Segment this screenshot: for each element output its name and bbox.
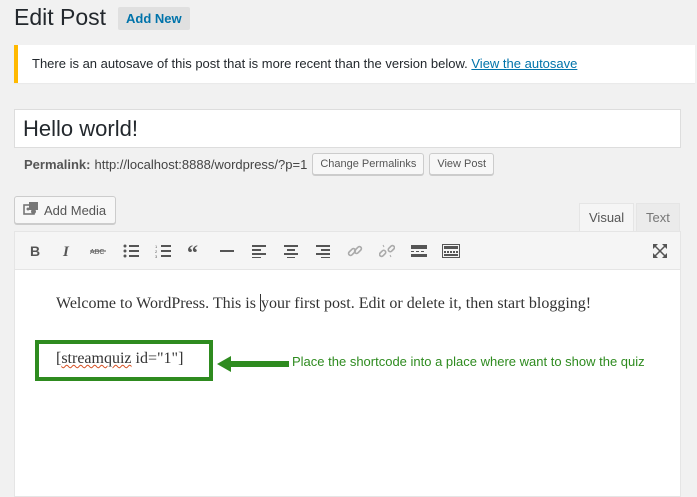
post-title-input[interactable]: Hello world! [14,109,681,148]
svg-text:B: B [30,244,40,258]
shortcode-rest: id="1"] [131,350,184,367]
content-text-end: your first post. Edit or delete it, then… [260,295,592,312]
tab-text[interactable]: Text [636,203,680,231]
annotation-text: Place the shortcode into a place where w… [292,354,645,369]
blockquote-icon[interactable]: “ [185,241,205,261]
toolbar-toggle-icon[interactable] [441,241,461,261]
fullscreen-icon[interactable] [650,241,670,261]
bold-icon[interactable]: B [25,241,45,261]
svg-text:3: 3 [155,254,158,258]
permalink-row: Permalink: http://localhost:8888/wordpre… [24,152,495,176]
permalink-url: http://localhost:8888/wordpress/?p=1 [94,156,308,172]
shortcode-name: streamquiz [61,350,132,367]
svg-text:I: I [62,244,70,258]
content-paragraph: Welcome to WordPress. This is your first… [56,294,591,313]
view-post-button[interactable]: View Post [429,153,495,175]
read-more-icon[interactable] [409,241,429,261]
svg-text:ABC: ABC [90,249,104,256]
add-new-button[interactable]: Add New [118,7,190,30]
notice-text: There is an autosave of this post that i… [32,56,468,71]
content-text-start: Welcome to WordPress. This is [56,295,260,312]
page-title: Edit Post [14,4,107,30]
shortcode-text: [streamquiz id="1"] [56,350,183,368]
strikethrough-icon[interactable]: ABC [89,241,109,261]
add-media-button[interactable]: Add Media [14,196,117,224]
link-icon[interactable] [345,241,365,261]
horizontal-rule-icon[interactable] [217,241,237,261]
editor-toolbar: B I ABC 123 “ [15,232,680,270]
change-permalinks-button[interactable]: Change Permalinks [312,153,425,175]
view-autosave-link[interactable]: View the autosave [471,56,577,71]
tab-visual[interactable]: Visual [579,203,635,231]
italic-icon[interactable]: I [57,241,77,261]
media-icon [23,201,44,220]
editor: B I ABC 123 “ Welcome to WordPress. This… [14,231,681,497]
numbered-list-icon[interactable]: 123 [153,241,173,261]
align-center-icon[interactable] [281,241,301,261]
add-media-label: Add Media [44,202,107,218]
bullet-list-icon[interactable] [121,241,141,261]
autosave-notice: There is an autosave of this post that i… [14,45,695,83]
svg-text:“: “ [187,244,198,258]
align-left-icon[interactable] [249,241,269,261]
unlink-icon[interactable] [377,241,397,261]
permalink-label: Permalink: [24,156,91,172]
align-right-icon[interactable] [313,241,333,261]
annotation-arrow-icon [217,356,289,372]
